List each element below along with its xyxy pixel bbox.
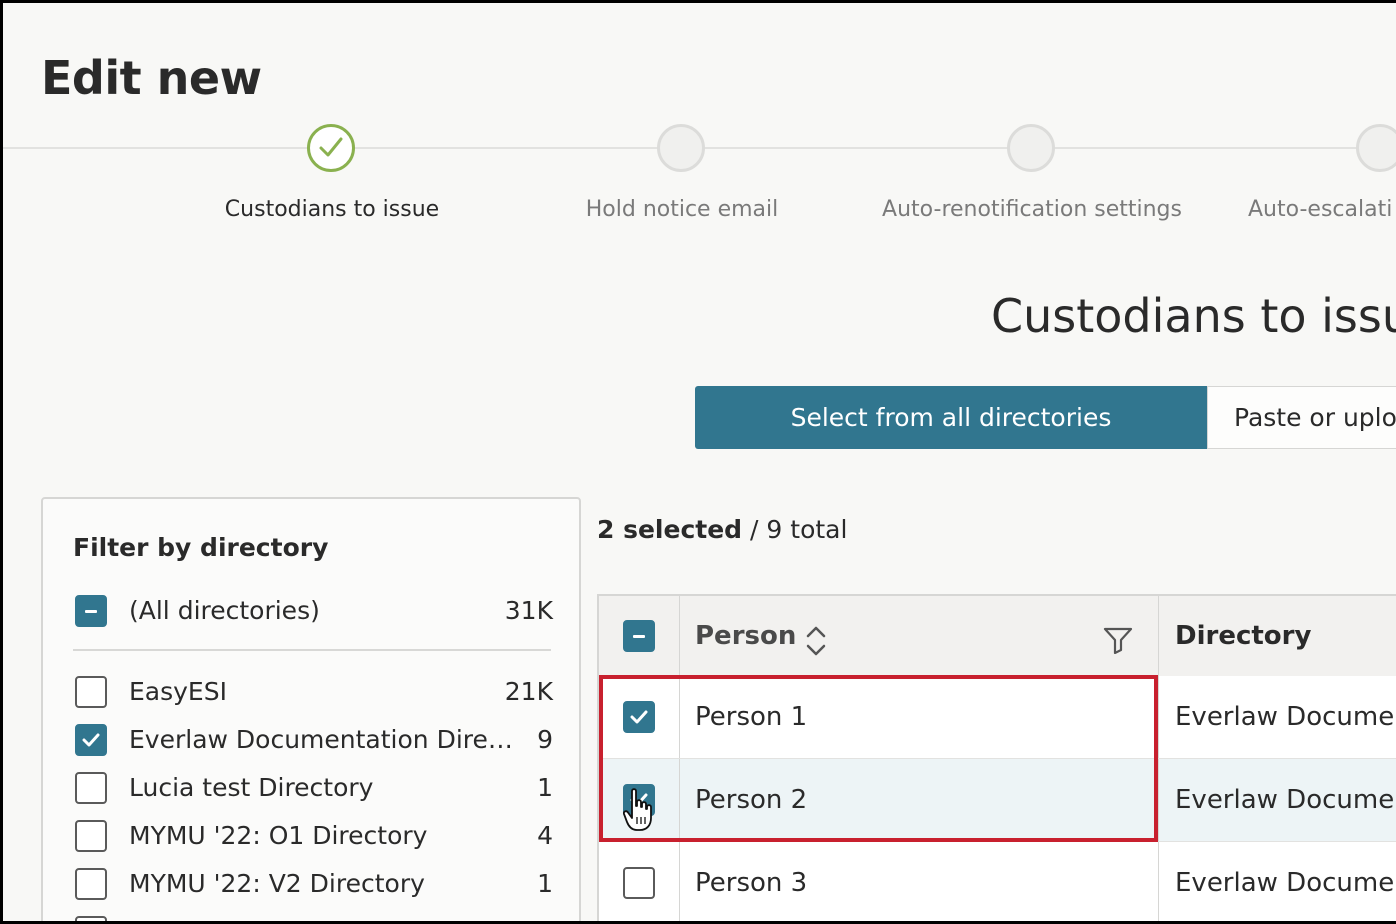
- directory-checkbox[interactable]: [75, 724, 107, 756]
- header-checkbox-cell: [599, 596, 680, 676]
- filter-panel: Filter by directory (All directories) 31…: [41, 497, 581, 921]
- minus-icon: [85, 610, 97, 613]
- filter-row-label: Everlaw Documentation Directory: [129, 725, 521, 754]
- filter-row-partial-next[interactable]: [75, 915, 553, 921]
- cell-directory: Everlaw Docume: [1175, 702, 1395, 732]
- filter-row-count: 1: [537, 773, 553, 802]
- directory-checkbox[interactable]: [75, 868, 107, 900]
- filter-title: Filter by directory: [73, 533, 329, 562]
- select-from-directories-button[interactable]: Select from all directories: [695, 386, 1207, 449]
- checkmark-icon: [630, 710, 648, 724]
- table-row[interactable]: Person 2 Everlaw Docume: [599, 759, 1396, 842]
- filter-row-lucia-test[interactable]: Lucia test Directory 1: [75, 771, 553, 805]
- selected-count: 2 selected: [597, 515, 743, 544]
- column-divider: [1158, 759, 1159, 841]
- filter-row-mymu-o1[interactable]: MYMU '22: O1 Directory 4: [75, 819, 553, 853]
- app-frame: Edit new Custodians to issue Hold notice…: [0, 0, 1396, 924]
- step-4-indicator[interactable]: [1356, 124, 1396, 172]
- row-checkbox-cell: [599, 842, 680, 921]
- section-title: Custodians to issu: [991, 289, 1396, 343]
- filter-row-label: MYMU '22: O1 Directory: [129, 821, 428, 850]
- custodians-table: Person Directory Person 1 Everlaw Docume: [597, 594, 1396, 921]
- filter-row-count: 21K: [504, 677, 553, 706]
- directory-checkbox[interactable]: [75, 916, 107, 921]
- selection-summary: 2 selected / 9 total: [597, 515, 847, 544]
- select-all-checkbox[interactable]: [623, 620, 655, 652]
- filter-row-all[interactable]: (All directories) 31K: [75, 594, 553, 628]
- filter-row-count: 4: [537, 821, 553, 850]
- filter-row-label: EasyESI: [129, 677, 227, 706]
- column-header-person[interactable]: Person: [695, 596, 796, 676]
- filter-divider: [73, 649, 551, 651]
- step-label-hold-notice[interactable]: Hold notice email: [586, 197, 779, 222]
- step-2-indicator[interactable]: [657, 124, 705, 172]
- row-checkbox[interactable]: [623, 701, 655, 733]
- cell-person: Person 2: [695, 785, 808, 815]
- filter-row-mymu-v2[interactable]: MYMU '22: V2 Directory 1: [75, 867, 553, 901]
- sort-icon[interactable]: [805, 624, 827, 658]
- filter-row-count: 1: [537, 869, 553, 898]
- funnel-icon[interactable]: [1103, 626, 1133, 654]
- step-label-custodians[interactable]: Custodians to issue: [225, 197, 439, 222]
- directory-checkbox[interactable]: [75, 676, 107, 708]
- filter-row-count: 9: [537, 725, 553, 754]
- table-row[interactable]: Person 1 Everlaw Docume: [599, 676, 1396, 759]
- step-label-renotification[interactable]: Auto-renotification settings: [882, 197, 1182, 222]
- page-title: Edit new: [41, 51, 262, 105]
- filter-row-label: (All directories): [129, 596, 320, 625]
- filter-row-label: MYMU '22: V2 Directory: [129, 869, 425, 898]
- directory-checkbox[interactable]: [75, 772, 107, 804]
- all-directories-checkbox[interactable]: [75, 595, 107, 627]
- cell-person: Person 3: [695, 868, 808, 898]
- row-checkbox[interactable]: [623, 867, 655, 899]
- filter-row-count: 31K: [504, 596, 553, 625]
- cell-person: Person 1: [695, 702, 808, 732]
- filter-row-easyesi[interactable]: EasyESI 21K: [75, 675, 553, 709]
- row-checkbox-cell: [599, 676, 680, 758]
- filter-row-label: Lucia test Directory: [129, 773, 374, 802]
- step-1-complete-indicator[interactable]: [307, 124, 355, 172]
- checkmark-icon: [319, 137, 343, 157]
- filter-row-everlaw-documentation[interactable]: Everlaw Documentation Directory 9: [75, 723, 553, 757]
- hand-pointer-icon: [623, 788, 652, 831]
- column-divider: [1158, 596, 1159, 676]
- column-header-directory[interactable]: Directory: [1175, 596, 1311, 676]
- column-divider: [1158, 842, 1159, 921]
- step-3-indicator[interactable]: [1007, 124, 1055, 172]
- checkmark-icon: [82, 733, 100, 747]
- step-label-escalation[interactable]: Auto-escalati: [1248, 197, 1392, 222]
- table-row[interactable]: Person 3 Everlaw Docume: [599, 842, 1396, 921]
- column-divider: [1158, 676, 1159, 758]
- table-header: Person Directory: [599, 596, 1396, 677]
- paste-or-upload-button[interactable]: Paste or uplo: [1207, 386, 1396, 449]
- minus-icon: [633, 635, 645, 638]
- cell-directory: Everlaw Docume: [1175, 868, 1395, 898]
- total-count: / 9 total: [742, 515, 848, 544]
- cell-directory: Everlaw Docume: [1175, 785, 1395, 815]
- directory-checkbox[interactable]: [75, 820, 107, 852]
